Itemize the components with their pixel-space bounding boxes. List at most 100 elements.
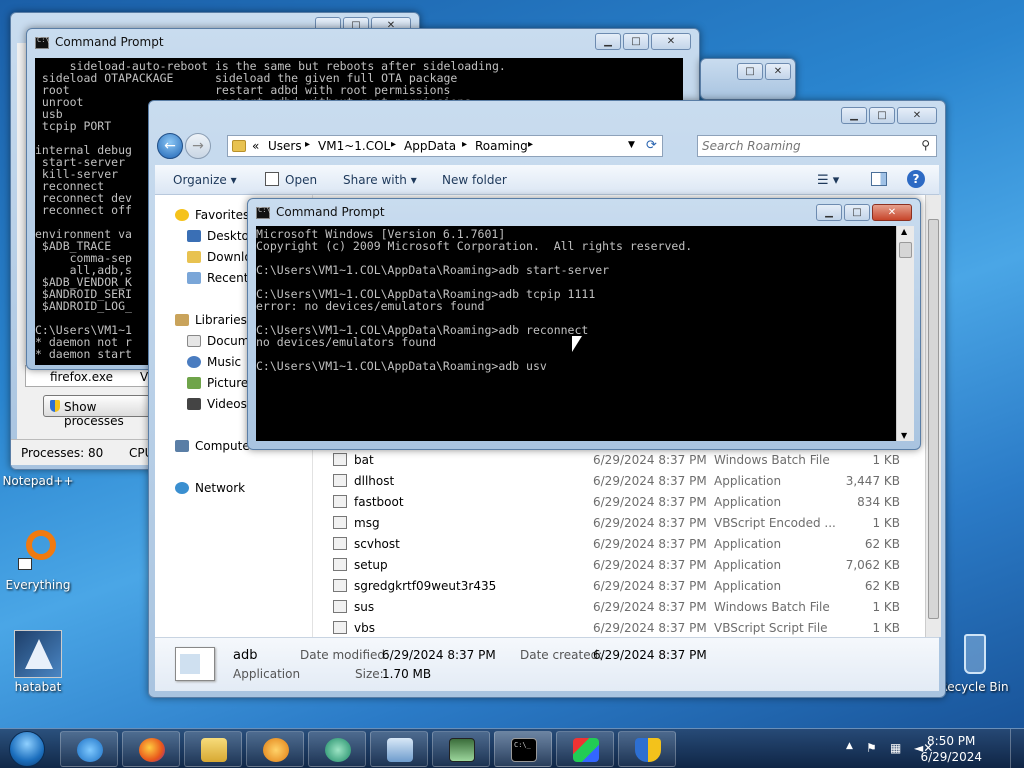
desktop-icon-everything[interactable]: Everything (2, 528, 74, 592)
taskbar-firefox[interactable] (122, 731, 180, 767)
taskbar-ie[interactable] (60, 731, 118, 767)
nav-libraries[interactable]: Libraries (175, 313, 247, 327)
scrollbar-thumb[interactable] (928, 219, 939, 619)
task-manager-icon (449, 738, 475, 762)
taskbar-explorer[interactable] (184, 731, 242, 767)
shield-icon (635, 738, 661, 762)
file-row[interactable]: sgredgkrtf09weut3r435 6/29/2024 8:37 PM Ap… (315, 575, 923, 596)
taskbar-command-prompt[interactable]: C:\_ (494, 731, 552, 767)
nav-favorites[interactable]: Favorites (175, 208, 249, 222)
file-icon (333, 621, 347, 634)
address-bar[interactable]: « Users ▸ VM1~1.COL ▸ AppData ▸ Roaming … (227, 135, 663, 157)
maximize-button[interactable]: □ (737, 63, 763, 80)
desktop-icon-recycle-bin[interactable]: Recycle Bin (938, 630, 1010, 694)
nav-recent[interactable]: Recent (187, 271, 248, 285)
scroll-down-icon[interactable]: ▼ (901, 431, 907, 440)
scroll-up-icon[interactable]: ▲ (901, 227, 907, 236)
open-icon (265, 172, 279, 186)
show-hidden-icons[interactable]: ▲ (846, 741, 853, 751)
nav-videos[interactable]: Videos (187, 397, 247, 411)
taskbar-app-9[interactable] (556, 731, 614, 767)
taskbar-control-panel[interactable] (370, 731, 428, 767)
libraries-icon (175, 314, 189, 326)
nav-pictures[interactable]: Pictures (187, 376, 255, 390)
nav-music[interactable]: Music (187, 355, 241, 369)
chevron-down-icon[interactable]: ▼ (628, 140, 635, 150)
new-folder-button[interactable]: New folder (442, 173, 507, 187)
back-button[interactable]: ← (157, 133, 183, 159)
preview-pane-icon[interactable] (871, 172, 887, 186)
scrollbar-thumb[interactable] (899, 242, 912, 258)
breadcrumb-roaming[interactable]: Roaming (475, 139, 528, 153)
taskbar-security[interactable] (618, 731, 676, 767)
file-row[interactable]: fastboot 6/29/2024 8:37 PM Application 834 … (315, 491, 923, 512)
breadcrumb-user-folder[interactable]: VM1~1.COL (318, 139, 390, 153)
file-name: vbs (354, 621, 375, 635)
taskbar-app-5[interactable] (308, 731, 366, 767)
console-scrollbar[interactable]: ▲ ▼ (896, 226, 914, 441)
breadcrumb-back[interactable]: « (252, 139, 259, 153)
view-options-icon[interactable]: ☰ ▾ (817, 173, 839, 188)
minimize-button[interactable]: ▁ (841, 107, 867, 124)
open-button[interactable]: Open (285, 173, 317, 187)
system-clock[interactable]: 8:50 PM 6/29/2024 (920, 733, 982, 765)
process-row-name[interactable]: firefox.exe (50, 370, 113, 384)
explorer-scrollbar[interactable] (925, 195, 941, 637)
action-center-icon[interactable]: ⚑ (866, 741, 877, 755)
nav-computer[interactable]: Compute (175, 439, 250, 453)
console-output[interactable]: Microsoft Windows [Version 6.1.7601] Copy… (256, 226, 896, 441)
file-icon (333, 537, 347, 550)
file-size: 834 KB (857, 495, 900, 509)
file-row[interactable]: bat 6/29/2024 8:37 PM Windows Batch File 1 … (315, 449, 923, 470)
nav-documents[interactable]: Docum (187, 334, 249, 348)
desktop-icon-notepadpp[interactable]: Notepad++ (2, 474, 74, 488)
show-desktop-button[interactable] (1010, 729, 1024, 768)
organize-button[interactable]: Organize ▾ (173, 173, 237, 187)
command-prompt-front-window[interactable]: Command Prompt ▁ □ ✕ Microsoft Windows [… (247, 198, 921, 450)
start-button[interactable] (4, 729, 50, 768)
minimize-button[interactable]: ▁ (595, 33, 621, 50)
close-button[interactable]: ✕ (651, 33, 691, 50)
show-processes-button[interactable]: Show processes (43, 395, 151, 428)
file-row[interactable]: scvhost 6/29/2024 8:37 PM Application 62 KB (315, 533, 923, 554)
taskbar-task-manager[interactable] (432, 731, 490, 767)
close-button[interactable]: ✕ (872, 204, 912, 221)
file-size: 7,062 KB (845, 558, 900, 572)
forward-button[interactable]: → (185, 133, 211, 159)
share-with-button[interactable]: Share with ▾ (343, 173, 417, 187)
search-input[interactable] (702, 138, 902, 154)
detail-modified-label: Date modified: (300, 648, 390, 662)
help-icon[interactable]: ? (907, 170, 925, 188)
close-button[interactable]: ✕ (897, 107, 937, 124)
file-date: 6/29/2024 8:37 PM (593, 516, 707, 530)
file-name: sus (354, 600, 375, 614)
minimize-button[interactable]: ▁ (816, 204, 842, 221)
maximize-button[interactable]: □ (869, 107, 895, 124)
maximize-button[interactable]: □ (623, 33, 649, 50)
desktop-icon-hatabat[interactable]: hatabat (2, 630, 74, 694)
close-button[interactable]: ✕ (765, 63, 791, 80)
breadcrumb-appdata[interactable]: AppData (404, 139, 456, 153)
maximize-button[interactable]: □ (844, 204, 870, 221)
file-date: 6/29/2024 8:37 PM (593, 474, 707, 488)
file-row[interactable]: dllhost 6/29/2024 8:37 PM Application 3,447… (315, 470, 923, 491)
file-row[interactable]: sus 6/29/2024 8:37 PM Windows Batch File 1 … (315, 596, 923, 617)
breadcrumb-separator: ▸ (391, 139, 397, 150)
file-row[interactable]: vbs 6/29/2024 8:37 PM VBScript Script File… (315, 617, 923, 638)
network-tray-icon[interactable]: ▦ (890, 741, 901, 755)
refresh-icon[interactable]: ⟳ (646, 138, 657, 153)
file-row[interactable]: msg 6/29/2024 8:37 PM VBScript Encoded ...… (315, 512, 923, 533)
breadcrumb-users[interactable]: Users (268, 139, 302, 153)
file-row[interactable]: setup 6/29/2024 8:37 PM Application 7,062 K… (315, 554, 923, 575)
file-name: setup (354, 558, 388, 572)
taskbar-media-player[interactable] (246, 731, 304, 767)
nav-network[interactable]: Network (175, 481, 245, 495)
nav-downloads[interactable]: Downlo (187, 250, 252, 264)
hidden-window[interactable]: □ ✕ (700, 58, 796, 100)
window-title: Command Prompt (55, 35, 164, 49)
desktop-icon-label: hatabat (14, 680, 62, 694)
search-box[interactable]: ⚲ (697, 135, 937, 157)
search-icon[interactable]: ⚲ (921, 138, 930, 152)
documents-icon (187, 335, 201, 347)
cmd-glyph: C:\_ (514, 741, 531, 749)
